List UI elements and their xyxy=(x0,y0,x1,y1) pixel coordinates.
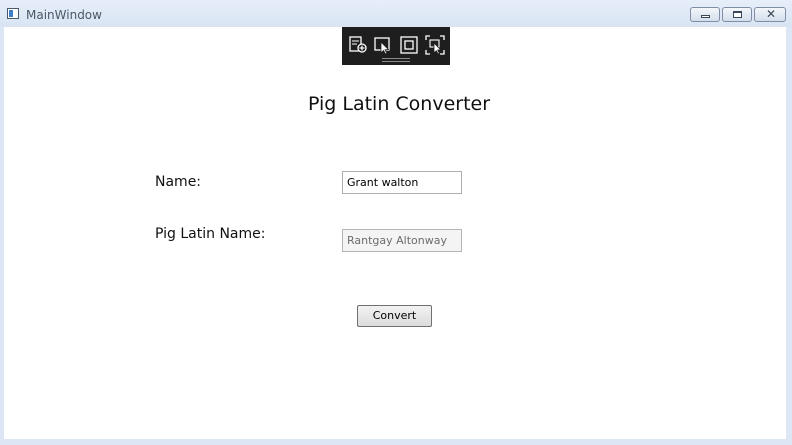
pointer-button[interactable] xyxy=(372,34,394,56)
xaml-debug-toolbar xyxy=(342,27,450,65)
close-button[interactable]: ✕ xyxy=(754,7,786,22)
name-input[interactable] xyxy=(342,171,462,194)
window-content: Pig Latin Converter Name: Pig Latin Name… xyxy=(4,27,786,439)
zoom-select-button[interactable] xyxy=(424,34,446,56)
pig-latin-name-output[interactable] xyxy=(342,229,462,252)
toolbar-drag-handle[interactable] xyxy=(382,58,410,62)
select-element-icon xyxy=(349,36,367,53)
maximize-icon xyxy=(733,11,742,18)
frame-icon xyxy=(400,36,418,54)
frame-button[interactable] xyxy=(398,34,420,56)
window-title: MainWindow xyxy=(26,8,102,22)
app-window-icon xyxy=(7,8,19,19)
zoom-select-icon xyxy=(425,35,445,55)
convert-button[interactable]: Convert xyxy=(357,305,432,327)
main-window: MainWindow ✕ Pig Latin Converter Name: G… xyxy=(0,0,792,445)
name-label: Name: xyxy=(155,174,202,190)
close-icon: ✕ xyxy=(765,7,777,21)
minimize-icon xyxy=(701,15,710,18)
pig-latin-name-label: Pig Latin Name: xyxy=(155,226,266,242)
pointer-icon xyxy=(374,37,390,55)
minimize-button[interactable] xyxy=(690,7,720,22)
page-title: Pig Latin Converter xyxy=(307,93,491,115)
title-bar[interactable]: MainWindow ✕ xyxy=(0,0,792,27)
select-element-button[interactable] xyxy=(347,34,369,56)
maximize-button[interactable] xyxy=(722,7,752,22)
